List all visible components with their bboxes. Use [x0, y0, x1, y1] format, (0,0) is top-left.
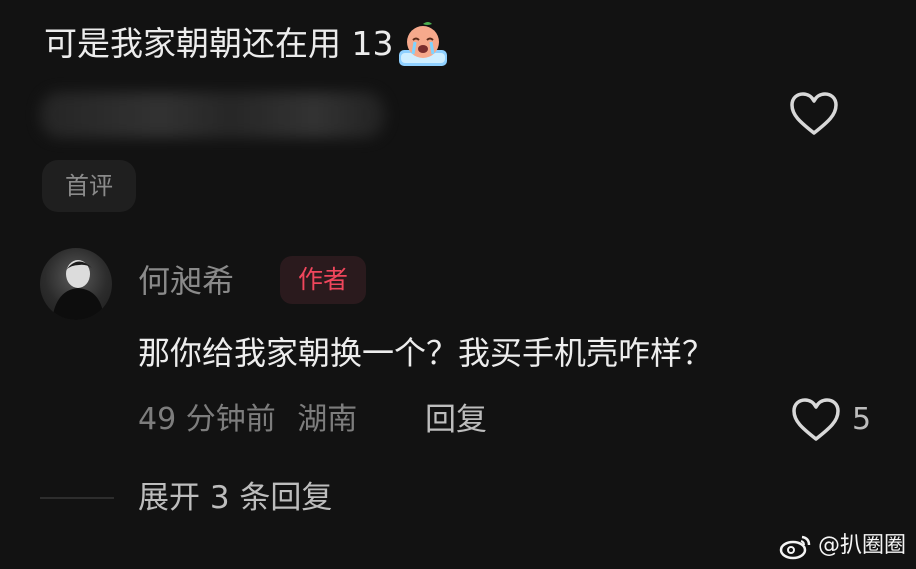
like-count: 5	[852, 402, 872, 437]
crying-emoji-icon	[399, 22, 448, 66]
reply-username[interactable]: 何昶希	[138, 256, 234, 306]
watermark-text: @扒圈圈	[818, 533, 907, 558]
top-comment-text: 可是我家朝朝还在用 13	[44, 20, 451, 68]
reply-button[interactable]: 回复	[425, 396, 487, 444]
reply-location: 湖南	[297, 402, 358, 437]
first-comment-badge: 首评	[42, 160, 136, 212]
heart-outline-icon[interactable]	[788, 90, 840, 138]
weibo-watermark: @扒圈圈	[778, 528, 906, 564]
reply-text: 那你给我家朝换一个？我买手机壳咋样？	[138, 334, 715, 372]
author-badge: 作者	[280, 256, 366, 304]
heart-outline-icon[interactable]	[790, 396, 842, 444]
expand-replies-button[interactable]: 展开 3 条回复	[138, 474, 332, 522]
weibo-logo-icon	[779, 535, 811, 560]
blurred-comment-meta	[40, 92, 385, 138]
reply-meta: 49 分钟前 湖南	[138, 396, 357, 444]
avatar-silhouette-icon	[52, 260, 104, 320]
user-avatar[interactable]	[40, 248, 112, 320]
reply-time: 49 分钟前	[138, 402, 276, 437]
expand-divider	[40, 497, 114, 499]
top-comment-content: 可是我家朝朝还在用 13	[44, 24, 394, 63]
